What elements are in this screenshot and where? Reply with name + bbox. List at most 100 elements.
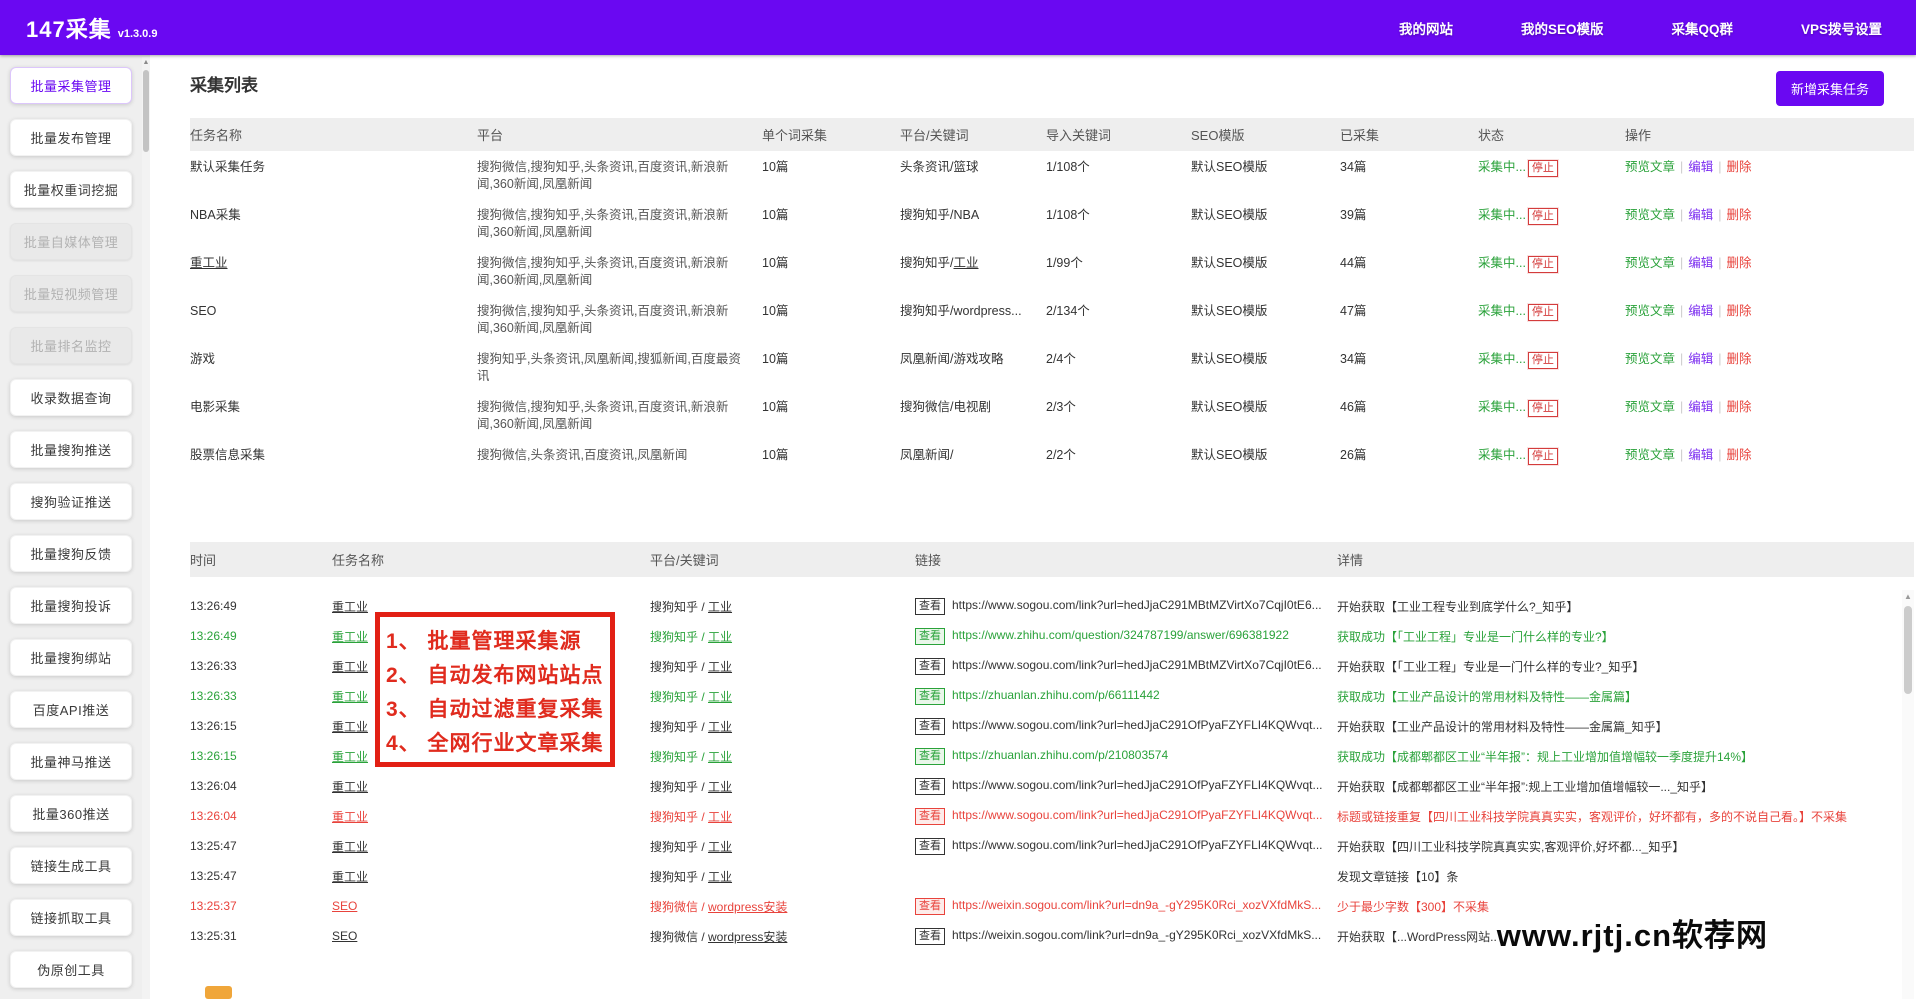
preview-article-link[interactable]: 预览文章 — [1625, 448, 1675, 462]
nav-vps-dial-settings[interactable]: VPS拨号设置 — [1791, 12, 1892, 44]
preview-article-link[interactable]: 预览文章 — [1625, 304, 1675, 318]
sidebar-item[interactable]: 批量采集管理 — [10, 67, 132, 104]
log-keyword-link[interactable]: 工业 — [708, 660, 732, 674]
delete-link[interactable]: 删除 — [1727, 304, 1752, 318]
delete-link[interactable]: 删除 — [1727, 160, 1752, 174]
preview-article-link[interactable]: 预览文章 — [1625, 256, 1675, 270]
sidebar-item[interactable]: 批量搜狗投诉 — [10, 587, 132, 624]
log-task-link[interactable]: SEO — [332, 929, 357, 943]
log-task-link[interactable]: 重工业 — [332, 840, 368, 854]
edit-link[interactable]: 编辑 — [1688, 304, 1713, 318]
log-keyword-link[interactable]: wordpress安装 — [708, 900, 787, 914]
view-button[interactable]: 查看 — [915, 748, 945, 765]
nav-qq-group[interactable]: 采集QQ群 — [1661, 12, 1743, 44]
log-keyword-link[interactable]: 工业 — [708, 690, 732, 704]
edit-link[interactable]: 编辑 — [1688, 256, 1713, 270]
log-keyword-link[interactable]: 工业 — [708, 870, 732, 884]
log-task-link[interactable]: 重工业 — [332, 690, 368, 704]
task-keyword-link[interactable]: 工业 — [953, 256, 978, 270]
sidebar-item[interactable]: 批量搜狗反馈 — [10, 535, 132, 572]
stop-button[interactable]: 停止 — [1528, 352, 1558, 369]
task-name[interactable]: 重工业 — [190, 255, 477, 272]
delete-link[interactable]: 删除 — [1727, 256, 1752, 270]
sidebar-item[interactable]: 批量搜狗推送 — [10, 431, 132, 468]
sidebar-item[interactable]: 链接生成工具 — [10, 847, 132, 884]
edit-link[interactable]: 编辑 — [1688, 208, 1713, 222]
log-keyword-link[interactable]: 工业 — [708, 630, 732, 644]
sidebar-item[interactable]: 批量权重词挖掘 — [10, 171, 132, 208]
log-task-link[interactable]: 重工业 — [332, 600, 368, 614]
sidebar-item[interactable]: 批量神马推送 — [10, 743, 132, 780]
log-link-url[interactable]: https://www.zhihu.com/question/324787199… — [952, 628, 1289, 642]
edit-link[interactable]: 编辑 — [1688, 400, 1713, 414]
view-button[interactable]: 查看 — [915, 808, 945, 825]
log-keyword-link[interactable]: 工业 — [708, 780, 732, 794]
log-keyword-link[interactable]: 工业 — [708, 750, 732, 764]
preview-article-link[interactable]: 预览文章 — [1625, 400, 1675, 414]
nav-my-seo-templates[interactable]: 我的SEO模版 — [1511, 12, 1614, 44]
log-task-link[interactable]: SEO — [332, 899, 357, 913]
edit-link[interactable]: 编辑 — [1688, 352, 1713, 366]
log-keyword-link[interactable]: 工业 — [708, 840, 732, 854]
scroll-up-arrow-icon[interactable]: ▲ — [142, 58, 150, 68]
view-button[interactable]: 查看 — [915, 778, 945, 795]
view-button[interactable]: 查看 — [915, 898, 945, 915]
delete-link[interactable]: 删除 — [1727, 352, 1752, 366]
nav-my-sites[interactable]: 我的网站 — [1389, 12, 1463, 44]
edit-link[interactable]: 编辑 — [1688, 448, 1713, 462]
stop-button[interactable]: 停止 — [1528, 400, 1558, 417]
stop-button[interactable]: 停止 — [1528, 208, 1558, 225]
sidebar-scrollbar[interactable]: ▲ — [142, 57, 150, 999]
log-task-link[interactable]: 重工业 — [332, 780, 368, 794]
sidebar-item[interactable]: 批量搜狗绑站 — [10, 639, 132, 676]
stop-button[interactable]: 停止 — [1528, 304, 1558, 321]
log-task-link[interactable]: 重工业 — [332, 630, 368, 644]
sidebar-item[interactable]: 批量360推送 — [10, 795, 132, 832]
log-link-url[interactable]: https://zhuanlan.zhihu.com/p/210803574 — [952, 748, 1168, 762]
sidebar-item[interactable]: 伪原创工具 — [10, 951, 132, 988]
log-scrollbar-thumb[interactable] — [1904, 606, 1912, 694]
view-button[interactable]: 查看 — [915, 658, 945, 675]
log-link-url[interactable]: https://www.sogou.com/link?url=hedJjaC29… — [952, 808, 1323, 822]
edit-link[interactable]: 编辑 — [1688, 160, 1713, 174]
log-task-link[interactable]: 重工业 — [332, 810, 368, 824]
new-task-button[interactable]: 新增采集任务 — [1776, 71, 1884, 106]
preview-article-link[interactable]: 预览文章 — [1625, 208, 1675, 222]
log-keyword-link[interactable]: 工业 — [708, 810, 732, 824]
view-button[interactable]: 查看 — [915, 718, 945, 735]
stop-button[interactable]: 停止 — [1528, 256, 1558, 273]
delete-link[interactable]: 删除 — [1727, 448, 1752, 462]
view-button[interactable]: 查看 — [915, 838, 945, 855]
sidebar-item[interactable]: 百度API推送 — [10, 691, 132, 728]
sidebar-item[interactable]: 搜狗验证推送 — [10, 483, 132, 520]
log-task-link[interactable]: 重工业 — [332, 720, 368, 734]
log-link-url[interactable]: https://www.sogou.com/link?url=hedJjaC29… — [952, 718, 1323, 732]
sidebar-scrollbar-thumb[interactable] — [143, 70, 149, 152]
sidebar-item[interactable]: 链接抓取工具 — [10, 899, 132, 936]
view-button[interactable]: 查看 — [915, 628, 945, 645]
horizontal-scrollbar-thumb[interactable] — [205, 986, 232, 999]
preview-article-link[interactable]: 预览文章 — [1625, 352, 1675, 366]
log-link-url[interactable]: https://zhuanlan.zhihu.com/p/66111442 — [952, 688, 1160, 702]
log-link-url[interactable]: https://www.sogou.com/link?url=hedJjaC29… — [952, 658, 1322, 672]
view-button[interactable]: 查看 — [915, 598, 945, 615]
log-scrollbar[interactable]: ▲ — [1902, 590, 1914, 999]
log-keyword-link[interactable]: wordpress安装 — [708, 930, 787, 944]
sidebar-item[interactable]: 批量发布管理 — [10, 119, 132, 156]
log-task-link[interactable]: 重工业 — [332, 750, 368, 764]
log-keyword-link[interactable]: 工业 — [708, 720, 732, 734]
log-link-url[interactable]: https://www.sogou.com/link?url=hedJjaC29… — [952, 598, 1322, 612]
stop-button[interactable]: 停止 — [1528, 160, 1558, 177]
view-button[interactable]: 查看 — [915, 928, 945, 945]
log-link-url[interactable]: https://www.sogou.com/link?url=hedJjaC29… — [952, 838, 1323, 852]
log-link-url[interactable]: https://weixin.sogou.com/link?url=dn9a_-… — [952, 898, 1321, 912]
stop-button[interactable]: 停止 — [1528, 448, 1558, 465]
log-task-link[interactable]: 重工业 — [332, 870, 368, 884]
log-keyword-link[interactable]: 工业 — [708, 600, 732, 614]
delete-link[interactable]: 删除 — [1727, 400, 1752, 414]
preview-article-link[interactable]: 预览文章 — [1625, 160, 1675, 174]
view-button[interactable]: 查看 — [915, 688, 945, 705]
delete-link[interactable]: 删除 — [1727, 208, 1752, 222]
sidebar-item[interactable]: 收录数据查询 — [10, 379, 132, 416]
log-task-link[interactable]: 重工业 — [332, 660, 368, 674]
